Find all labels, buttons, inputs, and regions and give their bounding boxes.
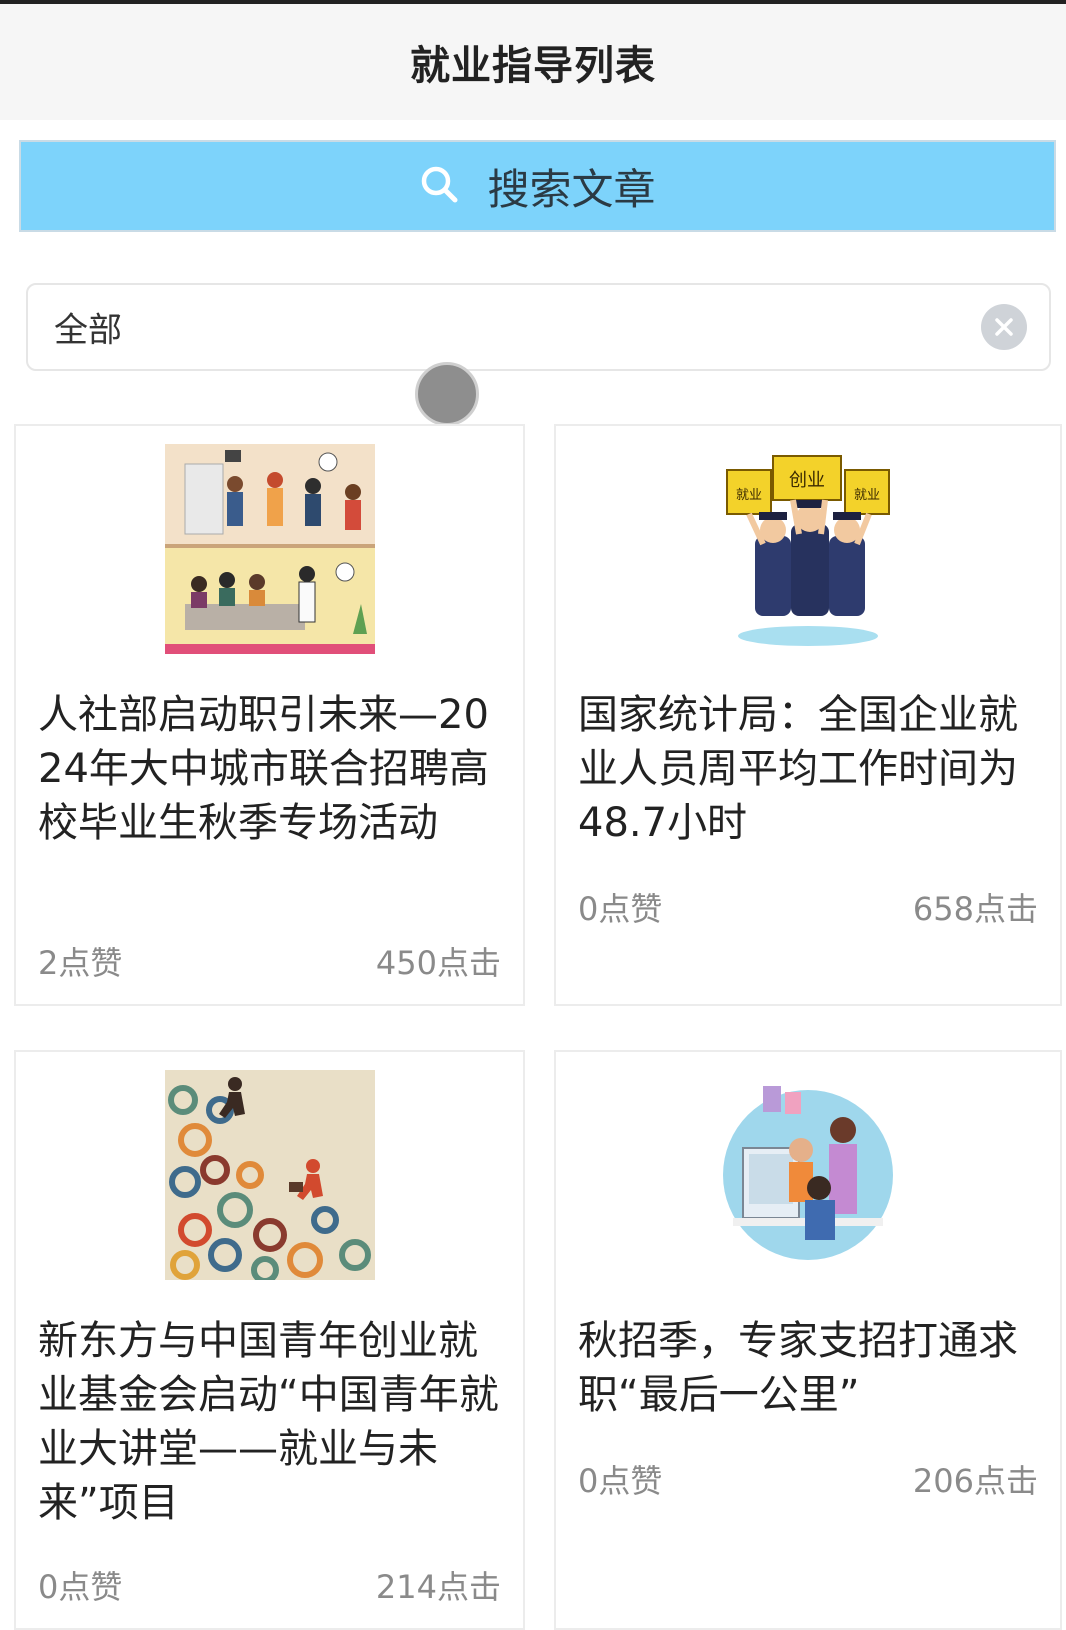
article-likes: 0点赞 bbox=[38, 1568, 123, 1606]
gears-runners-illustration bbox=[164, 1070, 375, 1280]
article-card[interactable]: 创业 就业 就业 国家统计局：全国企业就业人员周平均工作时间为48.7小时 0点… bbox=[554, 424, 1062, 1006]
search-articles-label: 搜索文章 bbox=[487, 164, 656, 214]
page-header: 就业指导列表 bbox=[0, 4, 1066, 120]
article-likes: 2点赞 bbox=[38, 944, 123, 982]
article-card[interactable]: 秋招季，专家支招打通求职“最后一公里” 0点赞 206点击 bbox=[554, 1050, 1062, 1630]
article-card[interactable]: 人社部启动职引未来—2024年大中城市联合招聘高校毕业生秋季专场活动 2点赞 4… bbox=[14, 424, 525, 1006]
category-filter-value: 全部 bbox=[54, 310, 122, 351]
category-filter[interactable]: 全部 bbox=[26, 283, 1051, 371]
sign-text: 就业 bbox=[854, 488, 880, 503]
graduates-holding-signs-illustration: 创业 就业 就业 bbox=[703, 444, 913, 654]
sign-text: 就业 bbox=[736, 488, 762, 503]
article-clicks: 214点击 bbox=[375, 1568, 501, 1606]
article-title: 国家统计局：全国企业就业人员周平均工作时间为48.7小时 bbox=[578, 692, 1018, 846]
search-articles-button[interactable]: 搜索文章 bbox=[19, 140, 1056, 232]
clear-icon[interactable] bbox=[981, 304, 1027, 350]
article-clicks: 450点击 bbox=[375, 944, 501, 982]
article-title: 人社部启动职引未来—2024年大中城市联合招聘高校毕业生秋季专场活动 bbox=[38, 692, 489, 846]
article-card[interactable]: 新东方与中国青年创业就业基金会启动“中国青年就业大讲堂——就业与未来”项目 0点… bbox=[14, 1050, 525, 1630]
people-at-computer-illustration bbox=[703, 1070, 913, 1280]
page-title: 就业指导列表 bbox=[410, 43, 656, 89]
sign-text: 创业 bbox=[789, 470, 825, 491]
article-title: 秋招季，专家支招打通求职“最后一公里” bbox=[578, 1318, 1018, 1418]
article-likes: 0点赞 bbox=[578, 890, 663, 928]
touch-indicator bbox=[415, 362, 479, 426]
article-clicks: 206点击 bbox=[912, 1462, 1038, 1500]
article-likes: 0点赞 bbox=[578, 1462, 663, 1500]
article-title: 新东方与中国青年创业就业基金会启动“中国青年就业大讲堂——就业与未来”项目 bbox=[38, 1318, 499, 1526]
search-icon bbox=[419, 164, 459, 208]
article-clicks: 658点击 bbox=[912, 890, 1038, 928]
office-meeting-illustration bbox=[164, 444, 375, 654]
